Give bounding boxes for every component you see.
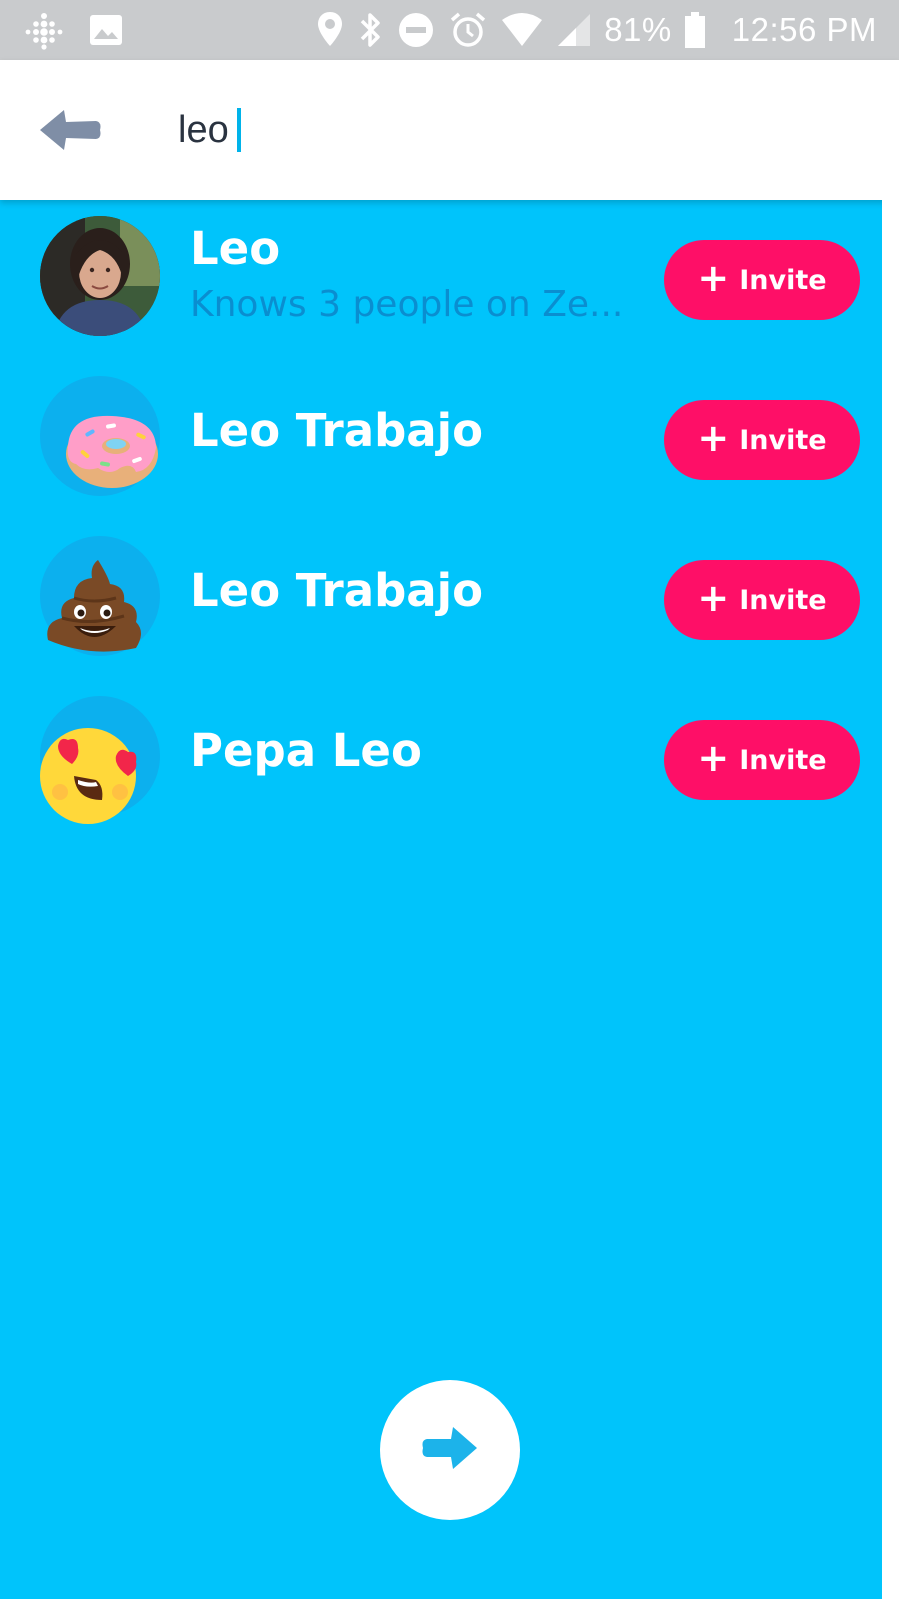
- image-icon: [88, 12, 124, 48]
- location-icon: [316, 10, 344, 50]
- poop-emoji-icon: [40, 536, 160, 656]
- battery-icon: [684, 10, 706, 50]
- text-caret: [237, 108, 241, 152]
- fitbit-icon: [24, 10, 64, 50]
- wifi-icon: [500, 12, 544, 48]
- arrow-right-icon: [419, 1425, 481, 1475]
- heart-eyes-emoji-icon: [40, 696, 160, 824]
- list-item[interactable]: Leo Trabajo + Invite: [0, 532, 882, 672]
- invite-button[interactable]: + Invite: [664, 240, 860, 320]
- alarm-icon: [448, 10, 488, 50]
- contact-subtitle: Knows 3 people on Ze...: [190, 284, 624, 325]
- invite-label: Invite: [739, 264, 827, 296]
- plus-icon: +: [697, 256, 730, 300]
- invite-button[interactable]: + Invite: [664, 400, 860, 480]
- contact-name: Leo Trabajo: [190, 404, 484, 457]
- invite-button[interactable]: + Invite: [664, 720, 860, 800]
- list-item[interactable]: Pepa Leo + Invite: [0, 692, 882, 832]
- invite-label: Invite: [739, 744, 827, 776]
- next-button[interactable]: [380, 1380, 520, 1520]
- contact-name: Pepa Leo: [190, 724, 422, 777]
- contact-name: Leo: [190, 222, 281, 275]
- plus-icon: +: [697, 416, 730, 460]
- plus-icon: +: [697, 736, 730, 780]
- donut-emoji-icon: [40, 376, 160, 496]
- avatar: [40, 216, 160, 336]
- status-bar: 81% 12:56 PM: [0, 0, 899, 60]
- invite-label: Invite: [739, 584, 827, 616]
- signal-icon: [556, 12, 592, 48]
- do-not-disturb-icon: [396, 10, 436, 50]
- list-item[interactable]: Leo Knows 3 people on Ze... + Invite: [0, 212, 882, 352]
- plus-icon: +: [697, 576, 730, 620]
- bluetooth-icon: [356, 10, 384, 50]
- invite-label: Invite: [739, 424, 827, 456]
- scroll-edge: [882, 200, 899, 1599]
- search-input[interactable]: [178, 100, 778, 160]
- search-header: [0, 60, 899, 200]
- clock: 12:56 PM: [731, 11, 877, 48]
- battery-percent: 81%: [604, 11, 672, 48]
- list-item[interactable]: Leo Trabajo + Invite: [0, 372, 882, 512]
- contact-name: Leo Trabajo: [190, 564, 484, 617]
- back-arrow-icon[interactable]: [36, 106, 104, 154]
- invite-button[interactable]: + Invite: [664, 560, 860, 640]
